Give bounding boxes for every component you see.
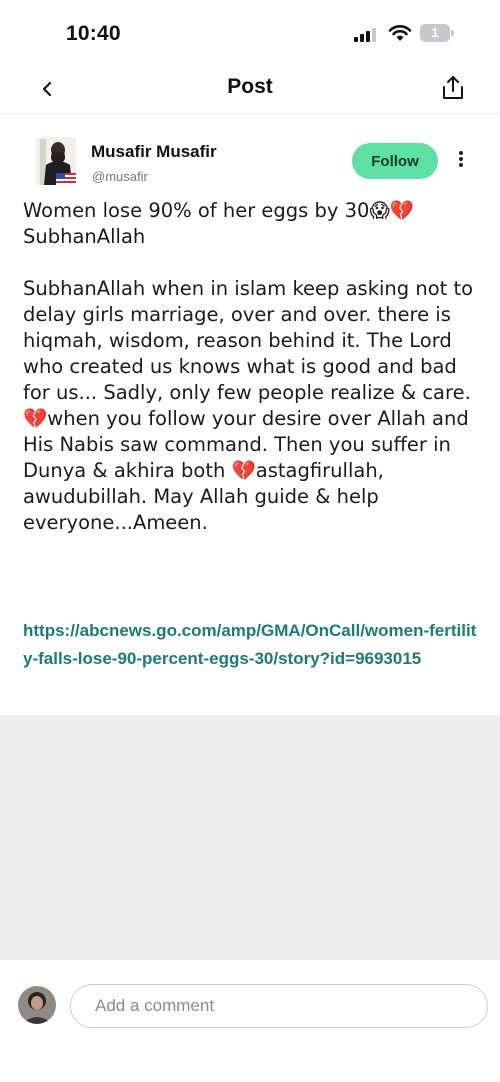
status-bar: 10:40 1: [0, 0, 500, 64]
user-avatar[interactable]: [18, 986, 56, 1024]
wifi-icon: [388, 25, 412, 41]
nav-bar: Post: [0, 64, 500, 114]
battery-icon: 1: [420, 24, 454, 42]
cellular-signal-icon: [354, 28, 376, 42]
author-avatar[interactable]: [36, 137, 76, 185]
post-card: Musafir Musafir @musafir Follow Women lo…: [0, 115, 500, 715]
post-link[interactable]: https://abcnews.go.com/amp/GMA/OnCall/wo…: [23, 617, 483, 673]
follow-button[interactable]: Follow: [352, 143, 438, 179]
post-text: Women lose 90% of her eggs by 30😱💔 Subha…: [23, 199, 474, 534]
page-title: Post: [227, 75, 273, 98]
status-time: 10:40: [66, 22, 121, 45]
battery-level: 1: [431, 25, 439, 40]
comment-input[interactable]: Add a comment: [70, 984, 488, 1028]
empty-comments-area: [0, 715, 500, 960]
more-options-icon[interactable]: [452, 151, 470, 171]
author-name[interactable]: Musafir Musafir: [91, 142, 217, 162]
comment-bar: Add a comment: [0, 960, 500, 1082]
author-handle: @musafir: [92, 169, 148, 184]
share-icon[interactable]: [440, 74, 466, 102]
